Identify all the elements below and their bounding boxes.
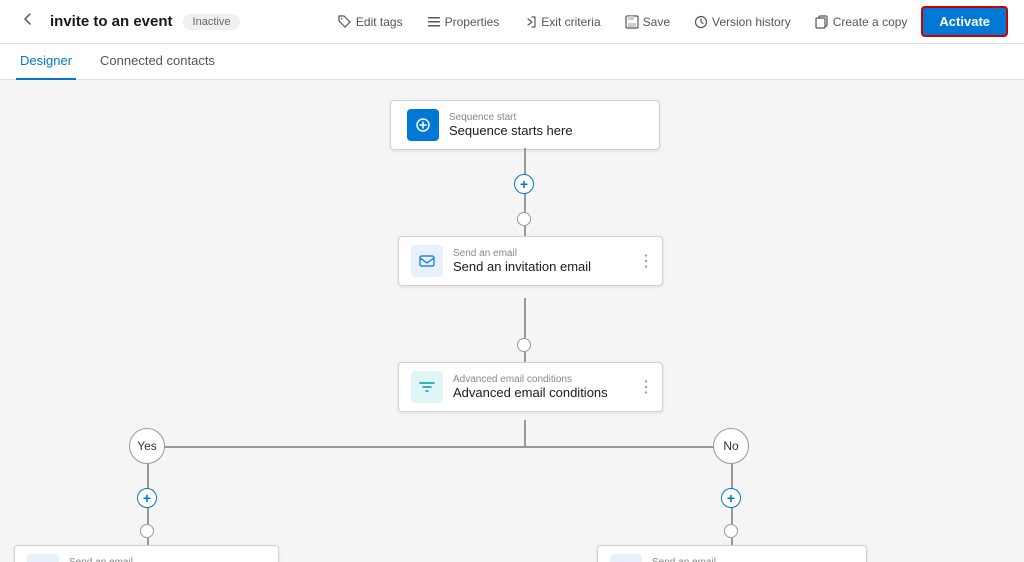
header-right: Edit tags Properties Exit criteria Save xyxy=(328,6,1008,37)
no-email-text: Send an email Follow up email for the ev… xyxy=(652,557,818,562)
tag-icon xyxy=(338,15,352,29)
edit-tags-button[interactable]: Edit tags xyxy=(328,9,413,35)
yes-email-node: Send an email Send a confirmation email … xyxy=(14,545,279,562)
create-copy-button[interactable]: Create a copy xyxy=(805,9,918,35)
condition1-text: Advanced email conditions Advanced email… xyxy=(453,374,608,400)
yes-circle xyxy=(140,524,154,538)
no-email-icon xyxy=(610,554,642,562)
connector-circle-2 xyxy=(517,338,531,352)
email1-text: Send an email Send an invitation email xyxy=(453,248,591,274)
yes-branch-label: Yes xyxy=(129,428,165,464)
edit-tags-label: Edit tags xyxy=(356,15,403,29)
no-connector-1 xyxy=(731,464,733,490)
page-title: invite to an event xyxy=(50,13,173,30)
save-label: Save xyxy=(643,15,670,29)
yes-email-icon xyxy=(27,554,59,562)
connector-line-1 xyxy=(524,148,526,176)
properties-icon xyxy=(427,15,441,29)
sequence-start-icon xyxy=(407,109,439,141)
connector-line-3 xyxy=(524,226,526,236)
yes-connector-2 xyxy=(147,508,149,524)
connector-line-2 xyxy=(524,194,526,212)
yes-add-btn[interactable]: + xyxy=(137,488,157,508)
condition1-icon xyxy=(411,371,443,403)
exit-criteria-label: Exit criteria xyxy=(541,15,600,29)
condition-node-1: Advanced email conditions Advanced email… xyxy=(398,362,663,412)
exit-icon xyxy=(523,15,537,29)
no-add-btn[interactable]: + xyxy=(721,488,741,508)
tab-designer[interactable]: Designer xyxy=(16,44,76,80)
back-icon xyxy=(20,11,36,27)
no-branch-label: No xyxy=(713,428,749,464)
no-circle xyxy=(724,524,738,538)
save-icon xyxy=(625,15,639,29)
connector-line-6 xyxy=(524,420,526,446)
save-button[interactable]: Save xyxy=(615,9,680,35)
copy-icon xyxy=(815,15,829,29)
email-node-1: Send an email Send an invitation email ⋮ xyxy=(398,236,663,286)
version-history-button[interactable]: Version history xyxy=(684,9,801,35)
condition1-menu[interactable]: ⋮ xyxy=(638,377,654,397)
exit-criteria-button[interactable]: Exit criteria xyxy=(513,9,610,35)
connector-line-4 xyxy=(524,298,526,338)
email1-icon xyxy=(411,245,443,277)
no-connector-2 xyxy=(731,508,733,524)
canvas: Sequence start Sequence starts here + Se… xyxy=(0,80,1024,562)
header: invite to an event Inactive Edit tags Pr… xyxy=(0,0,1024,44)
connector-circle-1 xyxy=(517,212,531,226)
email1-menu[interactable]: ⋮ xyxy=(638,251,654,271)
create-copy-label: Create a copy xyxy=(833,15,908,29)
back-button[interactable] xyxy=(16,7,40,36)
branch-line xyxy=(148,446,732,448)
status-badge: Inactive xyxy=(183,14,241,30)
tab-connected-contacts[interactable]: Connected contacts xyxy=(96,44,219,80)
yes-email-text: Send an email Send a confirmation email xyxy=(69,557,219,562)
sequence-start-text: Sequence start Sequence starts here xyxy=(449,112,573,138)
add-step-1[interactable]: + xyxy=(514,174,534,194)
properties-button[interactable]: Properties xyxy=(417,9,510,35)
no-email-node: Send an email Follow up email for the ev… xyxy=(597,545,867,562)
connector-line-5 xyxy=(524,352,526,362)
yes-connector-1 xyxy=(147,464,149,490)
sequence-start-node: Sequence start Sequence starts here xyxy=(390,100,660,150)
history-icon xyxy=(694,15,708,29)
activate-button[interactable]: Activate xyxy=(921,6,1008,37)
version-history-label: Version history xyxy=(712,15,791,29)
tabs: Designer Connected contacts xyxy=(0,44,1024,80)
header-left: invite to an event Inactive xyxy=(16,7,240,36)
properties-label: Properties xyxy=(445,15,500,29)
